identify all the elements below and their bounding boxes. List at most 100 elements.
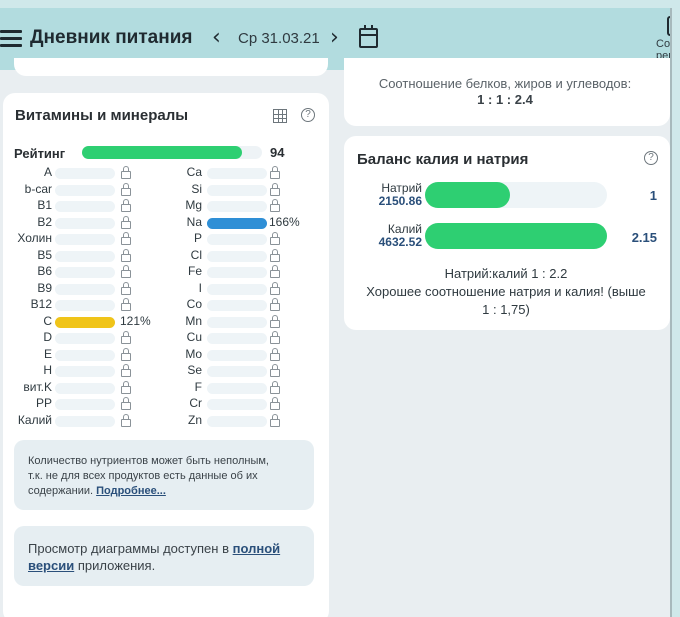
lock-icon[interactable] (270, 281, 280, 295)
nutrient-name: Co (186, 297, 202, 311)
macros-ratio-value: 1 : 1 : 2.4 (477, 92, 533, 107)
more-info-link[interactable]: Подробнее... (96, 485, 166, 497)
nutrient-name: F (194, 379, 202, 394)
lock-icon[interactable] (270, 298, 280, 311)
nutrient-name: Se (187, 363, 202, 377)
help-icon[interactable]: ? (301, 108, 315, 122)
lock-icon[interactable] (270, 248, 280, 262)
nutrient-row: Zn (0, 413, 330, 429)
full-version-link[interactable]: полной (233, 541, 281, 556)
sodium-ratio: 1 (649, 188, 657, 203)
potassium-bar-fill (425, 223, 607, 249)
nutrient-row: Fe (0, 264, 330, 280)
nutrient-name: Ca (186, 165, 202, 179)
sodium-value: 2150.86 (378, 194, 422, 208)
incomplete-data-note: Количество нутриентов может быть неполны… (14, 440, 314, 510)
potassium-value: 4632.52 (378, 235, 422, 249)
nutrient-name: Mn (185, 313, 202, 328)
lock-icon[interactable] (270, 364, 280, 377)
sodium-bar (425, 182, 607, 208)
lock-icon[interactable] (270, 347, 280, 361)
nutrient-row: Mg (0, 198, 330, 214)
create-recipe-icon[interactable] (667, 16, 670, 36)
nutrient-row: Na 166% (0, 215, 330, 231)
nutrient-row: Co (0, 297, 330, 313)
macros-ratio-label: Соотношение белков, жиров и углеводов: (378, 76, 632, 91)
lock-icon[interactable] (270, 413, 280, 427)
nutrient-percent: 166% (269, 214, 300, 229)
nutrient-bar (207, 217, 267, 229)
nutrient-bar (207, 349, 267, 361)
nutrient-row: I (0, 281, 330, 297)
nutrient-name: Cu (186, 330, 202, 344)
nutrient-name: Zn (187, 412, 202, 427)
nutrient-name: Fe (187, 264, 202, 278)
nutrient-bar (207, 184, 267, 196)
potassium-bar (425, 223, 607, 249)
prev-day-icon[interactable]: ‹ (212, 25, 221, 50)
nutrient-name: Na (186, 214, 202, 229)
lock-icon[interactable] (270, 265, 280, 278)
nutrient-name: Si (191, 181, 202, 196)
full-version-link-2[interactable]: версии (28, 558, 74, 573)
previous-card-bottom (14, 58, 328, 76)
nutrient-bar (207, 399, 267, 410)
balance-message: Хорошее соотношение натрия и калия! (выш… (366, 284, 646, 299)
lock-icon[interactable] (270, 314, 280, 328)
balance-title: Баланс калия и натрия (357, 151, 529, 168)
nutrient-name: Mg (185, 198, 202, 212)
nutrient-row: Ca (0, 165, 330, 181)
nutrient-row: P (0, 231, 330, 247)
nutrient-name: I (198, 280, 202, 295)
potassium-label: Калий 4632.52 (352, 223, 422, 249)
rating-bar-fill (82, 146, 242, 159)
balance-ratio: Натрий:калий 1 : 2.2 (444, 266, 568, 281)
nutrient-bar-fill (207, 217, 267, 229)
next-day-icon[interactable]: › (330, 25, 339, 50)
table-icon[interactable] (273, 109, 287, 123)
nutrient-row: Mo (0, 347, 330, 363)
nutrient-name: Cl (190, 247, 202, 262)
menu-icon[interactable] (0, 30, 22, 48)
nutrient-name: Cr (189, 396, 202, 410)
nutrient-bar (207, 382, 267, 394)
balance-message-threshold: 1 : 1,75) (482, 302, 530, 317)
nutrient-bar (207, 366, 267, 377)
nutrient-row: Cr (0, 396, 330, 412)
nutrient-bar (207, 250, 267, 262)
nutrient-bar (207, 168, 267, 179)
lock-icon[interactable] (270, 397, 280, 410)
lock-icon[interactable] (270, 331, 280, 344)
sodium-label: Натрий 2150.86 (352, 182, 422, 208)
nutrient-bar (207, 415, 267, 427)
nutrient-bar (207, 283, 267, 295)
nutrient-row: Cu (0, 330, 330, 346)
lock-icon[interactable] (270, 182, 280, 196)
app-window: Дневник питания ‹ Ср 31.03.21 › Созд рец… (0, 8, 672, 617)
page-title: Дневник питания (30, 27, 193, 48)
nutrient-row: Se (0, 363, 330, 379)
diagram-note: Просмотр диаграммы доступен в полной вер… (14, 526, 314, 586)
potassium-ratio: 2.15 (631, 230, 657, 245)
calendar-icon[interactable] (359, 25, 378, 48)
next-card-top (14, 613, 328, 617)
lock-icon[interactable] (270, 199, 280, 212)
sodium-bar-fill (425, 182, 510, 208)
vitamins-title: Витамины и минералы (15, 107, 189, 124)
nutrient-bar (207, 201, 267, 212)
nutrient-bar (207, 300, 267, 311)
nutrient-row: Cl (0, 248, 330, 264)
lock-icon[interactable] (270, 166, 280, 179)
nutrient-row: Si (0, 182, 330, 198)
nutrient-row: F (0, 380, 330, 396)
nutrient-bar (207, 267, 267, 278)
rating-label: Рейтинг (14, 146, 66, 161)
nutrient-bar (207, 333, 267, 344)
nutrient-bar (207, 234, 267, 245)
current-date[interactable]: Ср 31.03.21 (238, 30, 320, 47)
lock-icon[interactable] (270, 232, 280, 245)
nutrient-row: Mn (0, 314, 330, 330)
lock-icon[interactable] (270, 380, 280, 394)
help-icon[interactable]: ? (644, 151, 658, 165)
rating-value: 94 (270, 145, 285, 160)
